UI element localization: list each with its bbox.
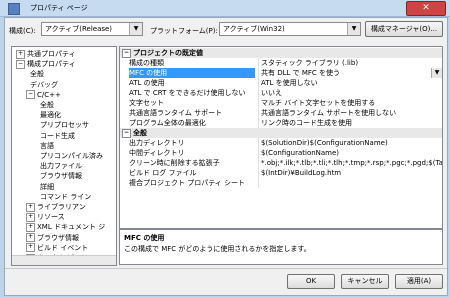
property-row[interactable]: 出力ディレクトリ $(SolutionDir)$(ConfigurationNam… <box>120 138 442 148</box>
tree-item-label: ブラウザ情報 <box>40 172 82 181</box>
config-manager-button[interactable]: 構成マネージャ(O)... <box>365 21 443 37</box>
property-value[interactable]: ATL を使用しない <box>258 78 442 88</box>
tree-item-label: ビルド イベント <box>37 243 89 252</box>
tree-item-label: 共通プロパティ <box>27 50 76 58</box>
ok-button[interactable]: OK <box>287 274 335 289</box>
collapse-icon[interactable]: − <box>122 128 131 138</box>
property-value[interactable]: リンク時のコード生成を使用 <box>258 118 442 128</box>
tree-item-label: 言語 <box>40 141 54 150</box>
property-value[interactable]: 共有 DLL で MFC を使う <box>258 68 442 78</box>
property-value[interactable]: いいえ <box>258 88 442 98</box>
property-value[interactable]: マルチ バイト文字セットを使用する <box>258 98 442 108</box>
tree-item-label: C/C++ <box>37 90 61 99</box>
window-title: プロパティ ページ <box>30 4 88 12</box>
property-row[interactable]: プログラム全体の最適化 リンク時のコード生成を使用 <box>120 118 442 128</box>
collapse-icon[interactable]: − <box>26 90 35 100</box>
property-name: クリーン時に削除する拡張子 <box>129 159 220 167</box>
tree-item-label: 出力ファイル <box>40 162 82 171</box>
tree-item-label: 詳細 <box>40 182 54 191</box>
config-row: 構成(C): アクティブ(Release) ▼ プラットフォーム(P): アクテ… <box>5 18 447 40</box>
property-value[interactable] <box>258 178 442 188</box>
expand-icon[interactable]: + <box>26 243 35 253</box>
property-row[interactable]: 共通言語ランタイム サポート 共通言語ランタイム サポートを使用しない <box>120 108 442 118</box>
chevron-down-icon: ▼ <box>129 23 142 35</box>
property-value[interactable]: $(ConfigurationName) <box>258 148 442 158</box>
close-button[interactable]: ✕ <box>406 1 446 16</box>
category-label: プロジェクトの既定値 <box>133 49 203 57</box>
tree-item-label: 全般 <box>40 101 54 109</box>
tree-item-label: ライブラリアン <box>37 203 86 211</box>
description-panel: MFC の使用 この構成で MFC がどのように使用されるかを指定します。 <box>119 229 443 265</box>
platform-combo[interactable]: アクティブ(Win32) ▼ <box>219 22 361 36</box>
title-bar: プロパティ ページ ✕ <box>0 0 450 17</box>
tree-item-label: プリコンパイル済み <box>40 152 103 160</box>
category-header-defaults[interactable]: − プロジェクトの既定値 <box>120 48 442 58</box>
dialog-window: プロパティ ページ ✕ 構成(C): アクティブ(Release) ▼ プラット… <box>0 0 450 297</box>
property-value[interactable]: 共通言語ランタイム サポートを使用しない <box>258 108 442 118</box>
chevron-down-icon[interactable]: ▼ <box>431 68 442 78</box>
description-title: MFC の使用 <box>124 234 165 242</box>
property-value[interactable]: $(SolutionDir)$(ConfigurationName) <box>258 138 442 148</box>
property-name: 複合プロジェクト プロパティ シート <box>129 179 246 187</box>
property-grid: − プロジェクトの既定値 構成の種類 スタティック ライブラリ (.lib) MFC … <box>119 46 443 229</box>
expand-icon[interactable]: + <box>26 222 35 232</box>
tree-item-label: 構成プロパティ <box>27 60 76 69</box>
property-row[interactable]: 中間ディレクトリ $(ConfigurationName) <box>120 148 442 158</box>
collapse-icon[interactable]: − <box>16 59 25 69</box>
property-row[interactable]: 複合プロジェクト プロパティ シート <box>120 178 442 188</box>
config-label: 構成(C): <box>9 27 36 35</box>
expand-icon[interactable]: + <box>26 233 35 243</box>
close-icon: ✕ <box>422 3 430 13</box>
property-row[interactable]: ATL で CRT をできるだけ使用しない いいえ <box>120 88 442 98</box>
category-header-general[interactable]: − 全般 <box>120 128 442 138</box>
property-name: 構成の種類 <box>129 59 164 67</box>
config-value: アクティブ(Release) <box>45 25 113 33</box>
property-name: 共通言語ランタイム サポート <box>129 109 223 117</box>
description-text: この構成で MFC がどのように使用されるかを指定します。 <box>124 245 311 253</box>
property-row[interactable]: ビルド ログ ファイル $(IntDir)¥BuildLog.htm <box>120 168 442 178</box>
expand-icon[interactable]: + <box>26 202 35 212</box>
expand-icon[interactable]: + <box>16 49 25 59</box>
tree-horizontal-scrollbar[interactable] <box>12 255 116 265</box>
platform-value: アクティブ(Win32) <box>223 25 285 33</box>
property-row[interactable]: 構成の種類 スタティック ライブラリ (.lib) <box>120 58 442 68</box>
tree-item[interactable]: − 構成プロパティ <box>16 59 76 70</box>
property-name: 中間ディレクトリ <box>129 149 185 157</box>
config-combo[interactable]: アクティブ(Release) ▼ <box>41 22 143 36</box>
property-row[interactable]: MFC の使用 共有 DLL で MFC を使う ▼ <box>120 68 442 78</box>
category-tree[interactable]: + 共通プロパティ − 構成プロパティ 全般 デバッグ − C/C++ 全般 最適化 プリプロセッサ… <box>11 46 117 266</box>
tree-item-label: コード生成 <box>40 131 75 140</box>
property-name: 出力ディレクトリ <box>129 139 185 147</box>
property-name: ATL の使用 <box>129 79 165 87</box>
divider <box>5 268 447 269</box>
dialog-client: 構成(C): アクティブ(Release) ▼ プラットフォーム(P): アクテ… <box>4 17 448 296</box>
property-row[interactable]: ATL の使用 ATL を使用しない <box>120 78 442 88</box>
tree-item-label: ブラウザ情報 <box>37 233 79 242</box>
property-value[interactable]: *.obj;*.ilk;*.tlb;*.tli;*.tlh;*.tmp;*.rs… <box>258 158 442 168</box>
cancel-button[interactable]: キャンセル <box>341 274 389 289</box>
property-value[interactable]: スタティック ライブラリ (.lib) <box>258 58 442 68</box>
tree-item-label: プリプロセッサ <box>40 121 89 130</box>
tree-item-label: 最適化 <box>40 111 61 120</box>
property-name: MFC の使用 <box>129 68 255 78</box>
property-name: 文字セット <box>129 99 164 107</box>
property-name: ビルド ログ ファイル <box>129 169 197 177</box>
expand-icon[interactable]: + <box>26 212 35 222</box>
apply-button[interactable]: 適用(A) <box>395 274 443 289</box>
tree-item-label: デバッグ <box>30 80 58 89</box>
tree-item-label: リソース <box>37 213 65 222</box>
tree-item-label: コマンド ライン <box>40 192 92 201</box>
property-row[interactable]: 文字セット マルチ バイト文字セットを使用する <box>120 98 442 108</box>
property-name: プログラム全体の最適化 <box>129 119 206 127</box>
tree-item-label: XML ドキュメント ジ <box>37 223 106 232</box>
category-label: 全般 <box>133 129 147 137</box>
app-icon <box>8 3 20 15</box>
platform-label: プラットフォーム(P): <box>150 27 218 35</box>
tree-item-label: 全般 <box>30 70 44 79</box>
property-row[interactable]: クリーン時に削除する拡張子 *.obj;*.ilk;*.tlb;*.tli;*.t… <box>120 158 442 168</box>
collapse-icon[interactable]: − <box>122 48 131 58</box>
chevron-down-icon: ▼ <box>347 23 360 35</box>
property-value[interactable]: $(IntDir)¥BuildLog.htm <box>258 168 442 178</box>
property-name: ATL で CRT をできるだけ使用しない <box>129 89 246 97</box>
